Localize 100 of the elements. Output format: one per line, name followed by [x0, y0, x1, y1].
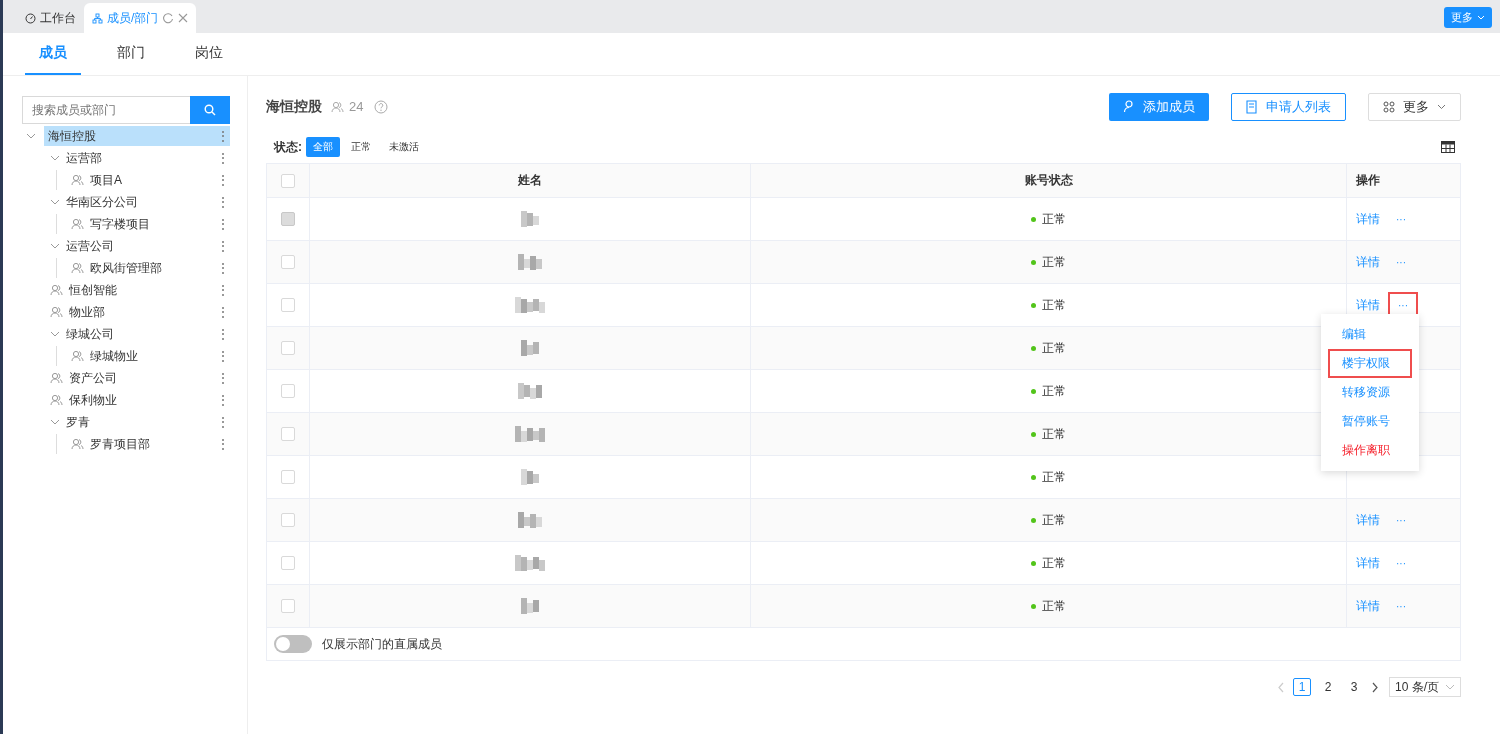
- people-icon: [50, 394, 63, 406]
- search-field[interactable]: 搜索成员或部门: [22, 96, 190, 124]
- refresh-icon[interactable]: [162, 12, 175, 24]
- row-checkbox[interactable]: [281, 599, 295, 613]
- chevron-icon[interactable]: [50, 419, 60, 425]
- status-text: 正常: [1042, 468, 1066, 486]
- menu-item[interactable]: 操作离职: [1328, 436, 1412, 465]
- chevron-icon[interactable]: [50, 199, 60, 205]
- tree-item[interactable]: 运营公司: [44, 236, 230, 256]
- caret-icon: [1437, 103, 1446, 110]
- chevron-icon[interactable]: [50, 243, 60, 249]
- row-checkbox[interactable]: [281, 556, 295, 570]
- blurred-name: [518, 254, 542, 270]
- tree-item[interactable]: 资产公司: [44, 368, 230, 388]
- column-header: 操作: [1356, 172, 1380, 189]
- status-dot: [1031, 431, 1036, 437]
- blurred-name: [521, 211, 539, 227]
- people-icon: [71, 174, 84, 186]
- row-checkbox[interactable]: [281, 255, 295, 269]
- org-chart-icon: [92, 12, 103, 24]
- tree-item[interactable]: 运营部: [44, 148, 230, 168]
- row-checkbox[interactable]: [281, 513, 295, 527]
- status-text: 正常: [1042, 554, 1066, 572]
- toggle-label: 仅展示部门的直属成员: [322, 635, 442, 653]
- tree-item[interactable]: 欧风街管理部: [65, 258, 230, 278]
- column-header: 账号状态: [1024, 172, 1073, 189]
- more-dropdown-button[interactable]: 更多: [1368, 92, 1461, 121]
- blurred-name: [521, 469, 539, 485]
- status-text: 正常: [1042, 382, 1066, 400]
- tree-item[interactable]: 恒创智能: [44, 280, 230, 300]
- tree-item[interactable]: 罗青: [44, 412, 230, 432]
- status-text: 正常: [1042, 425, 1066, 443]
- status-text: 正常: [1042, 210, 1066, 228]
- status-filter-option[interactable]: 正常: [344, 137, 378, 157]
- status-text: 正常: [1042, 511, 1066, 529]
- column-settings-icon[interactable]: [1441, 141, 1455, 153]
- tree-item[interactable]: 写字楼项目: [65, 214, 230, 234]
- tree-item[interactable]: 绿城公司: [44, 324, 230, 344]
- row-checkbox[interactable]: [281, 384, 295, 398]
- toggle-switch[interactable]: [274, 635, 312, 653]
- row-checkbox[interactable]: [281, 470, 295, 484]
- caret-icon: [1445, 684, 1455, 690]
- close-icon[interactable]: [178, 13, 189, 23]
- blurred-name: [521, 340, 539, 356]
- people-icon: [50, 284, 63, 296]
- status-filter-label: 状态:: [274, 138, 302, 156]
- tree-item[interactable]: 项目A: [65, 170, 230, 190]
- search-button[interactable]: [190, 96, 230, 124]
- status-dot: [1031, 302, 1036, 308]
- chevron-icon[interactable]: [26, 133, 36, 139]
- tree-item[interactable]: 华南区分公司: [44, 192, 230, 212]
- org-title: 海恒控股: [266, 97, 322, 116]
- status-filter-option[interactable]: 未激活: [382, 137, 426, 157]
- status-dot: [1031, 388, 1036, 394]
- status-text: 正常: [1042, 339, 1066, 357]
- people-icon: [71, 438, 84, 450]
- status-dot: [1031, 517, 1036, 523]
- status-text: 正常: [1042, 296, 1066, 314]
- grid-icon: [1383, 100, 1395, 113]
- status-dot: [1031, 560, 1036, 566]
- row-checkbox[interactable]: [281, 427, 295, 441]
- page-tab[interactable]: 部门: [103, 33, 159, 75]
- people-icon: [50, 306, 63, 318]
- blurred-name: [518, 383, 542, 399]
- page-button[interactable]: 2: [1319, 678, 1337, 696]
- blurred-name: [521, 598, 539, 614]
- help-icon[interactable]: [374, 99, 389, 114]
- tree-item[interactable]: 罗青项目部: [65, 434, 230, 454]
- next-page-icon[interactable]: [1371, 681, 1379, 693]
- row-checkbox[interactable]: [281, 341, 295, 355]
- page-size-select[interactable]: 10 条/页: [1389, 677, 1461, 697]
- blurred-name: [515, 426, 545, 442]
- page-button[interactable]: 3: [1345, 678, 1363, 696]
- tree-item[interactable]: 绿城物业: [65, 346, 230, 366]
- select-all-checkbox[interactable]: [281, 173, 295, 188]
- tree-item[interactable]: 物业部: [44, 302, 230, 322]
- previous-page-icon[interactable]: [1277, 681, 1285, 693]
- blurred-name: [518, 512, 542, 528]
- status-dot: [1031, 216, 1036, 222]
- chevron-icon[interactable]: [50, 331, 60, 337]
- status-dot: [1031, 259, 1036, 265]
- people-icon: [71, 350, 84, 362]
- column-header: 姓名: [518, 172, 542, 189]
- caret-icon: [1477, 15, 1485, 20]
- status-dot: [1031, 345, 1036, 351]
- people-icon: [331, 100, 344, 113]
- tree-item[interactable]: 保利物业: [44, 390, 230, 410]
- people-icon: [71, 218, 84, 230]
- status-text: 正常: [1042, 597, 1066, 615]
- row-checkbox[interactable]: [281, 298, 295, 312]
- page-tab[interactable]: 岗位: [181, 33, 237, 75]
- member-count: 24: [349, 99, 364, 114]
- blurred-name: [515, 555, 545, 571]
- blurred-name: [515, 297, 545, 313]
- chevron-icon[interactable]: [50, 155, 60, 161]
- status-text: 正常: [1042, 253, 1066, 271]
- people-icon: [71, 262, 84, 274]
- browser-tab[interactable]: 工作台: [17, 3, 84, 33]
- dashboard-icon: [25, 12, 36, 24]
- people-icon: [50, 372, 63, 384]
